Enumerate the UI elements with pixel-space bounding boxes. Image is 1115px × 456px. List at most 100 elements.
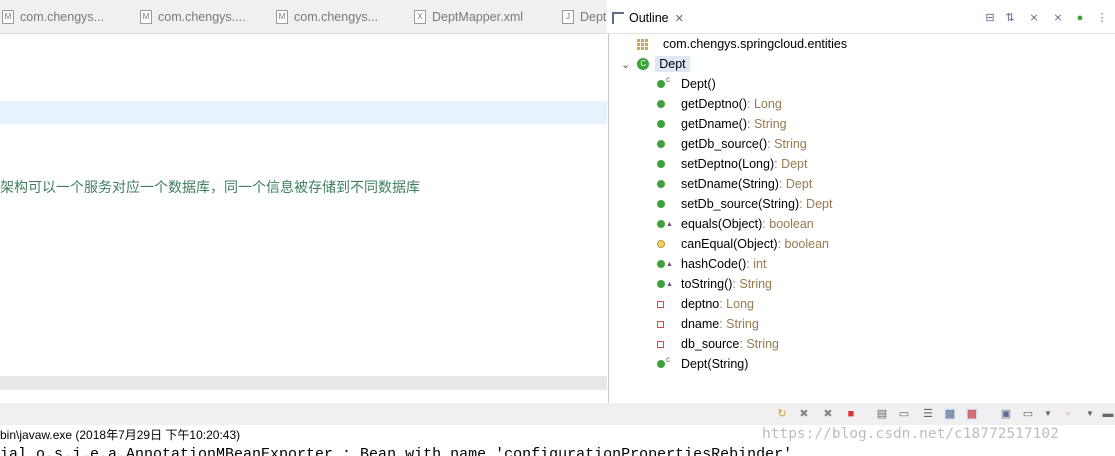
sort-icon[interactable]: ⇅ [1004,12,1016,24]
public-method-icon [657,160,665,168]
tab-outline[interactable]: Outline ✕ [612,7,684,29]
member-name: dname [681,317,720,331]
hide-fields-icon[interactable]: ⨯ [1028,12,1040,24]
editor-area[interactable] [0,34,607,396]
outline-member-row[interactable]: ▲ toString() : String [657,274,772,294]
outline-member-row[interactable]: deptno : Long [657,294,754,314]
outline-member-row[interactable]: setDeptno(Long) : Dept [657,154,807,174]
constructor-overlay-icon: c [666,74,670,84]
member-icon-group: c [657,75,681,89]
member-type: : String [767,137,807,151]
outline-member-row[interactable]: getDname() : String [657,114,787,134]
editor-tab-3[interactable]: M com.chengys... [276,0,378,33]
editor-tab-2[interactable]: M com.chengys.... [140,0,246,33]
editor-tab-5[interactable]: J Dept [562,0,606,33]
public-method-icon [657,120,665,128]
outline-member-row[interactable]: setDname(String) : Dept [657,174,812,194]
display-console-icon[interactable]: ▭ [1022,408,1034,420]
current-line-highlight [0,101,607,124]
outline-package-row[interactable]: com.chengys.springcloud.entities [637,34,847,54]
member-type: : Dept [774,157,808,171]
member-type: : Long [719,297,754,311]
minimize-icon[interactable]: ▬ [1102,408,1114,420]
public-method-icon [657,220,665,228]
editor-tab-label: com.chengys.... [158,9,246,24]
open-console-icon[interactable]: ▫ [1062,408,1074,420]
outline-member-row[interactable]: setDb_source(String) : Dept [657,194,832,214]
outline-member-row[interactable]: ▲ hashCode() : int [657,254,766,274]
pin-console-icon[interactable]: ▣ [1000,408,1012,420]
member-type: : int [746,257,767,271]
collapse-all-icon[interactable]: ⊟ [984,12,996,24]
console-output-line[interactable]: ial o.s.j.e.a.AnnotationMBeanExporter : … [0,444,1115,456]
member-type: : String [719,317,759,331]
outline-member-row[interactable]: dname : String [657,314,759,334]
comment-text: 架构可以一个服务对应一个数据库，同一个信息被存储到不同数据库 [0,179,420,195]
outline-member-row[interactable]: ▲ equals(Object) : boolean [657,214,814,234]
remove-all-icon[interactable]: ✖ [822,408,834,420]
member-name: equals(Object) [681,217,763,231]
show-stderr-icon[interactable]: ▩ [966,408,978,420]
watermark: https://blog.csdn.net/c18772517102 [762,426,1059,442]
member-name: setDeptno(Long) [681,157,775,171]
member-name: toString() [681,277,733,291]
outline-member-row[interactable]: c Dept(String) [657,354,748,374]
editor-tab-label: Dept [580,9,607,24]
outline-member-row[interactable]: db_source : String [657,334,779,354]
link-icon[interactable]: ↻ [776,408,788,420]
editor-tab-4[interactable]: X DeptMapper.xml [414,0,523,33]
editor-tab-1[interactable]: M com.chengys... [2,0,104,33]
class-name: Dept [655,56,690,72]
member-type: : boolean [777,237,830,251]
member-name: getDeptno() [681,97,748,111]
member-name: Dept(String) [681,357,749,371]
outline-member-row[interactable]: getDb_source() : String [657,134,807,154]
override-overlay-icon: ▲ [666,280,673,288]
public-method-icon [657,180,665,188]
word-wrap-icon[interactable]: ☰ [922,408,934,420]
close-icon[interactable]: ✕ [675,12,684,25]
chevron-down-icon[interactable]: ▼ [1084,408,1096,420]
package-name: com.chengys.springcloud.entities [663,37,848,51]
member-icon-group [657,120,681,128]
override-overlay-icon: ▲ [666,220,673,228]
clear-console-icon[interactable]: ▤ [876,408,888,420]
outline-member-row[interactable]: c Dept() [657,74,716,94]
chevron-down-icon[interactable]: ⌄ [621,58,630,71]
java-file-icon: M [276,9,288,24]
terminate-icon[interactable]: ■ [845,408,857,420]
public-method-icon [657,100,665,108]
show-stdout-icon[interactable]: ▩ [944,408,956,420]
member-type: : Long [747,97,782,111]
member-icon-group [657,320,681,328]
editor-tab-label: DeptMapper.xml [432,9,524,24]
member-icon-group: c [657,355,681,369]
member-name: setDname(String) [681,177,779,191]
outline-class-row[interactable]: ⌄ C Dept [621,54,690,74]
private-field-icon [657,300,664,308]
hide-static-icon[interactable]: ⨯ [1052,12,1064,24]
outline-member-row[interactable]: canEqual(Object) : boolean [657,234,829,254]
member-icon-group [657,300,681,308]
member-icon-group [657,180,681,188]
member-type: : String [732,277,773,291]
java-file-icon: J [562,9,574,24]
private-field-icon [657,340,664,348]
member-name: setDb_source(String) [681,197,800,211]
outline-icon [612,12,624,24]
private-field-icon [657,320,664,328]
outline-member-row[interactable]: getDeptno() : Long [657,94,782,114]
hide-nonpublic-icon[interactable]: ● [1074,12,1086,24]
public-method-icon [657,280,665,288]
scroll-lock-icon[interactable]: ▭ [898,408,910,420]
horizontal-scrollbar[interactable] [0,376,607,390]
member-type: : boolean [762,217,814,231]
chevron-down-icon[interactable]: ▼ [1042,408,1054,420]
view-menu-icon[interactable]: ⋮ [1096,12,1108,24]
package-icon [637,38,648,50]
public-method-icon [657,140,665,148]
member-type: : String [747,117,787,131]
class-icon: C [637,58,650,70]
protected-method-icon [657,240,665,248]
remove-launch-icon[interactable]: ✖ [798,408,810,420]
